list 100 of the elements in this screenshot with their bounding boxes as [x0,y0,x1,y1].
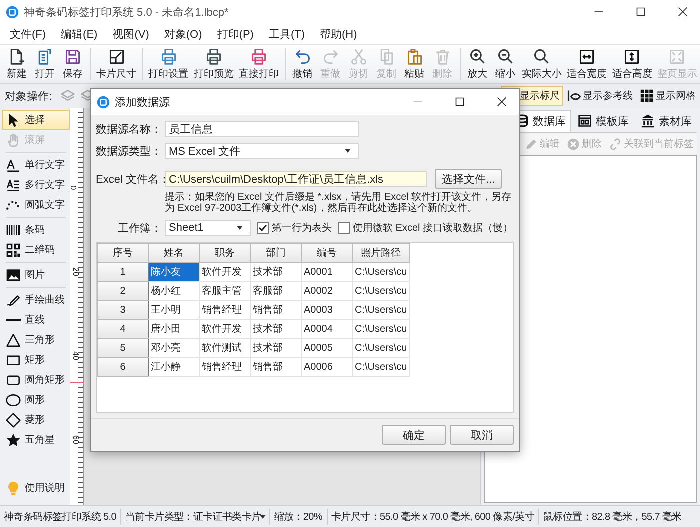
menu-item[interactable]: 帮助(H) [314,26,364,42]
toolbar-button[interactable]: 新建 [3,45,31,83]
table-cell: 技术部 [250,338,302,358]
type-dropdown[interactable]: MS Excel 文件 [165,143,359,159]
table-cell: 销售部 [250,300,302,320]
row-header[interactable]: 3 [98,300,148,320]
table-cell: A0005 [302,338,352,358]
toolbar-button[interactable]: 打印设置 [146,45,192,83]
menu-item[interactable]: 对象(O) [158,26,208,42]
table-cell: C:\Users\cu [352,300,410,320]
table-cell: 杨小红 [148,282,200,300]
eye-icon [567,89,581,103]
toolbar-button[interactable]: 实际大小 [520,45,565,83]
tool-button[interactable]: 菱形 [2,410,70,430]
row-header[interactable]: 5 [98,338,148,358]
link-icon [609,138,622,150]
close-icon[interactable] [678,7,688,17]
toolbar-button[interactable]: 打印预览 [191,45,236,83]
rectangle-icon [6,352,21,368]
delete-circle-icon [567,138,580,150]
toolbar-button[interactable]: 适合高度 [610,45,655,83]
tool-button[interactable]: 二维码 [2,240,70,260]
grid-icon [640,89,654,103]
status-text: 当前卡片类型：证卡证书类卡片 [124,510,262,524]
sheet-dropdown[interactable]: Sheet1 [165,220,251,236]
building-icon [641,114,655,128]
status-text: 神奇条码标签打印系统 5.0 [3,510,118,524]
column-header[interactable]: 姓名 [148,244,200,262]
dialog-button[interactable]: 确定 [382,425,446,445]
fit-width-icon [578,48,596,66]
view-toggle[interactable]: 显示参考线 [564,86,636,106]
menu-item[interactable]: 编辑(E) [55,26,104,42]
table-cell: A0001 [302,262,352,282]
panel-tab[interactable]: 素材库 [636,110,697,132]
caret-icon[interactable] [260,514,266,518]
column-header[interactable]: 照片路径 [352,244,410,262]
toolbar-button[interactable]: 放大 [464,45,492,83]
panel-tab[interactable]: 模板库 [573,110,634,132]
table-cell: 客服主管 [200,282,250,300]
tool-button[interactable]: 矩形 [2,350,70,370]
dialog-button[interactable]: 取消 [450,425,514,445]
tool-button[interactable]: 圆形 [2,390,70,410]
table-cell: 技术部 [250,320,302,338]
column-header[interactable]: 编号 [302,244,352,262]
toolbar-button[interactable]: 保存 [59,45,87,83]
menu-item[interactable]: 文件(F) [4,26,52,42]
maximize-icon[interactable] [636,7,646,17]
row-header[interactable]: 1 [98,262,148,282]
menu-item[interactable]: 工具(T) [262,26,311,42]
toolbar-button[interactable]: 适合宽度 [564,45,610,83]
table-cell: A0006 [302,358,352,376]
tool-button[interactable]: 手绘曲线 [2,290,70,310]
tool-button[interactable]: 圆角矩形 [2,370,70,390]
menu-item[interactable]: 打印(P) [211,26,260,42]
status-text: 鼠标位置：82.8 毫米，55.7 毫米 [542,510,683,524]
tool-button[interactable]: 条码 [2,220,70,240]
tool-button[interactable]: 图片 [2,265,70,285]
object-ops-label: 对象操作: [5,90,52,104]
column-header[interactable]: 序号 [98,244,148,262]
tool-button[interactable]: 单行文字 [2,155,70,175]
row-header[interactable]: 6 [98,358,148,376]
row-header[interactable]: 2 [98,282,148,300]
tool-button[interactable]: 选择 [2,110,70,130]
tool-button[interactable]: 直线 [2,310,70,330]
tool-button[interactable]: 五角星 [2,430,70,450]
row-header[interactable]: 4 [98,320,148,338]
toolbar-button[interactable]: 卡片尺寸 [94,45,140,83]
window-icon [578,114,592,128]
toolbar-button[interactable]: 打开 [31,45,59,83]
magnifier-icon [533,48,552,66]
barcode-icon [6,222,21,238]
toolbar-button[interactable]: 直接打印 [236,45,282,83]
tool-button[interactable]: 多行文字 [2,175,70,195]
name-field[interactable]: 员工信息 [165,121,359,137]
tool-button[interactable]: 圆弧文字 [2,195,70,215]
tool-button[interactable]: 三角形 [2,330,70,350]
multiline-text-icon [6,178,21,192]
printer-icon [250,48,268,66]
help-button[interactable]: 使用说明 [2,475,70,501]
file-path-field[interactable]: C:\Users\cuilm\Desktop\工作证\员工信息.xls [165,171,427,187]
toolbar-button[interactable]: 撤销 [288,45,317,83]
checkbox[interactable] [257,222,269,234]
menu-item[interactable]: 视图(V) [106,26,156,42]
star-icon [6,432,21,448]
toolbar-button[interactable]: 粘贴 [400,45,429,83]
view-toggle[interactable]: 显示网格 [637,86,699,106]
column-header[interactable]: 职务 [200,244,250,262]
table-cell: 邓小亮 [148,338,200,358]
table-cell: A0002 [302,282,352,300]
zoom-out-icon [496,48,514,66]
toolbar-button[interactable]: 缩小 [492,45,520,83]
new-document-icon [8,48,26,66]
clipboard-icon [406,48,424,66]
browse-button[interactable]: 选择文件... [435,169,502,189]
pencil-icon [525,138,538,150]
maximize-icon[interactable] [455,97,465,107]
printer-icon [204,48,223,66]
checkbox[interactable] [338,222,350,234]
column-header[interactable]: 部门 [250,244,302,262]
close-icon[interactable] [497,97,507,107]
